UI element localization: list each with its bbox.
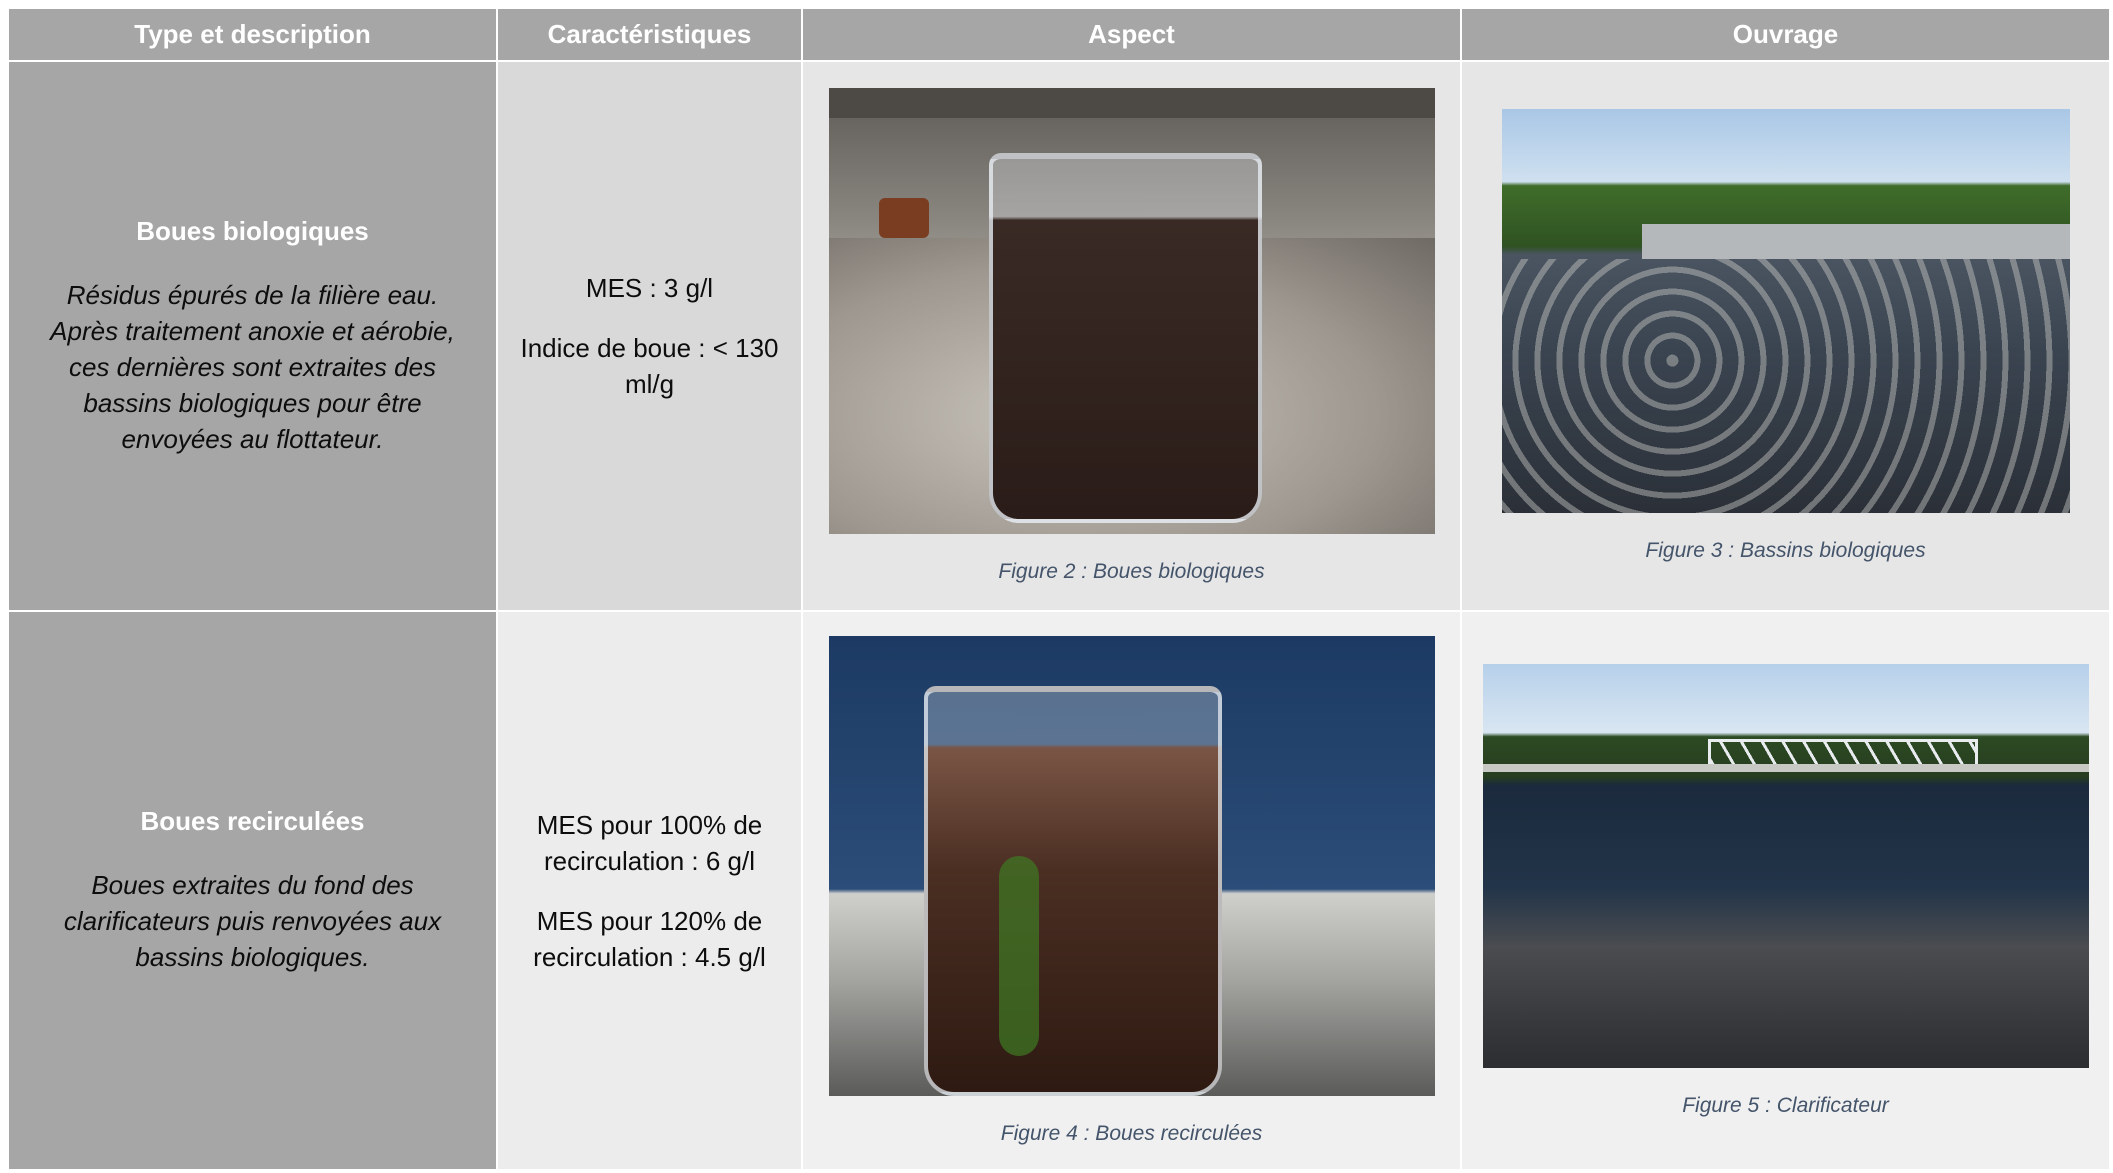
- figure-4-caption: Figure 4 : Boues recirculées: [1000, 1121, 1263, 1145]
- figure-5-caption: Figure 5 : Clarificateur: [1682, 1093, 1889, 1117]
- row-1-char-1: MES : 3 g/l: [585, 273, 714, 303]
- row-2-char-2: MES pour 120% de recirculation : 4.5 g/l: [533, 905, 766, 972]
- row-2-description: Boues extraites du fond des clarificateu…: [63, 870, 442, 972]
- row-2-ouvrage-cell: Figure 5 : Clarificateur: [1462, 612, 2111, 1171]
- header-ouvrage: Ouvrage: [1462, 9, 2111, 62]
- row-1-description: Résidus épurés de la filière eau. Après …: [50, 279, 455, 454]
- row-1-title: Boues biologiques: [136, 215, 369, 246]
- figure-3-caption: Figure 3 : Bassins biologiques: [1645, 539, 1926, 562]
- row-1-aspect-cell: Figure 2 : Boues biologiques: [803, 62, 1462, 612]
- row-1-ouvrage-cell: Figure 3 : Bassins biologiques: [1462, 62, 2111, 612]
- beaker-biological-sludge-photo: [828, 88, 1435, 534]
- header-type: Type et description: [9, 9, 498, 62]
- row-2-caracteristiques-cell: MES pour 100% de recirculation : 6 g/l M…: [498, 612, 803, 1171]
- beaker-recirculated-sludge-photo: [828, 635, 1435, 1096]
- row-1-caracteristiques-cell: MES : 3 g/l Indice de boue : < 130 ml/g: [498, 62, 803, 612]
- row-2-title: Boues recirculées: [140, 806, 365, 836]
- biological-basins-photo: [1501, 109, 2070, 513]
- row-2-char-1: MES pour 100% de recirculation : 6 g/l: [536, 809, 763, 876]
- row-1-char-2: Indice de boue : < 130 ml/g: [520, 333, 779, 399]
- row-2-type-cell: Boues recirculées Boues extraites du fon…: [9, 612, 498, 1171]
- header-aspect: Aspect: [803, 9, 1462, 62]
- row-2-aspect-cell: Figure 4 : Boues recirculées: [803, 612, 1462, 1171]
- sludge-table: Type et description Caractéristiques Asp…: [9, 9, 2111, 1171]
- row-1-type-cell: Boues biologiques Résidus épurés de la f…: [9, 62, 498, 612]
- figure-2-caption: Figure 2 : Boues biologiques: [998, 560, 1265, 583]
- header-caracteristiques: Caractéristiques: [498, 9, 803, 62]
- clarifier-photo: [1482, 663, 2089, 1068]
